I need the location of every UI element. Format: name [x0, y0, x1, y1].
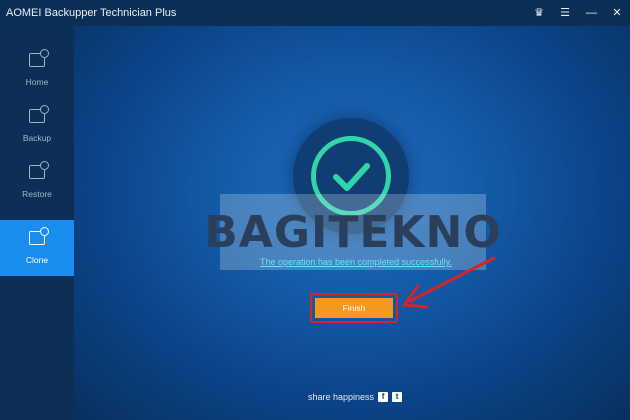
sidebar-item-clone[interactable]: Clone	[0, 220, 74, 276]
main-panel: BAGITEKNO The operation has been complet…	[74, 26, 630, 420]
clone-monitor-icon	[29, 227, 49, 245]
sidebar-item-label: Backup	[22, 133, 52, 143]
backup-monitor-icon	[29, 105, 49, 123]
annotation-arrow-icon	[402, 256, 496, 309]
facebook-icon[interactable]: f	[378, 392, 389, 402]
close-icon[interactable]: ✕	[612, 8, 622, 19]
sidebar-item-label: Home	[25, 77, 49, 87]
share-section: share happiness f t	[308, 392, 403, 402]
restore-monitor-icon	[29, 161, 49, 179]
crown-icon[interactable]: ♛	[534, 8, 544, 19]
sidebar-item-restore[interactable]: Restore	[0, 154, 74, 210]
sidebar-item-label: Restore	[22, 189, 52, 199]
menu-icon[interactable]: ☰	[560, 8, 570, 19]
title-bar: AOMEI Backupper Technician Plus ♛ ☰ — ✕	[0, 0, 630, 26]
sidebar-item-label: Clone	[25, 255, 49, 265]
home-monitor-icon	[29, 49, 49, 67]
window-controls: ♛ ☰ — ✕	[534, 0, 622, 26]
twitter-icon[interactable]: t	[392, 392, 403, 402]
sidebar: Home Backup Restore Clone	[0, 26, 74, 420]
window-title: AOMEI Backupper Technician Plus	[6, 7, 177, 19]
minimize-icon[interactable]: —	[586, 8, 597, 19]
sidebar-item-home[interactable]: Home	[0, 42, 74, 98]
sidebar-item-backup[interactable]: Backup	[0, 98, 74, 154]
share-label: share happiness	[308, 392, 375, 402]
